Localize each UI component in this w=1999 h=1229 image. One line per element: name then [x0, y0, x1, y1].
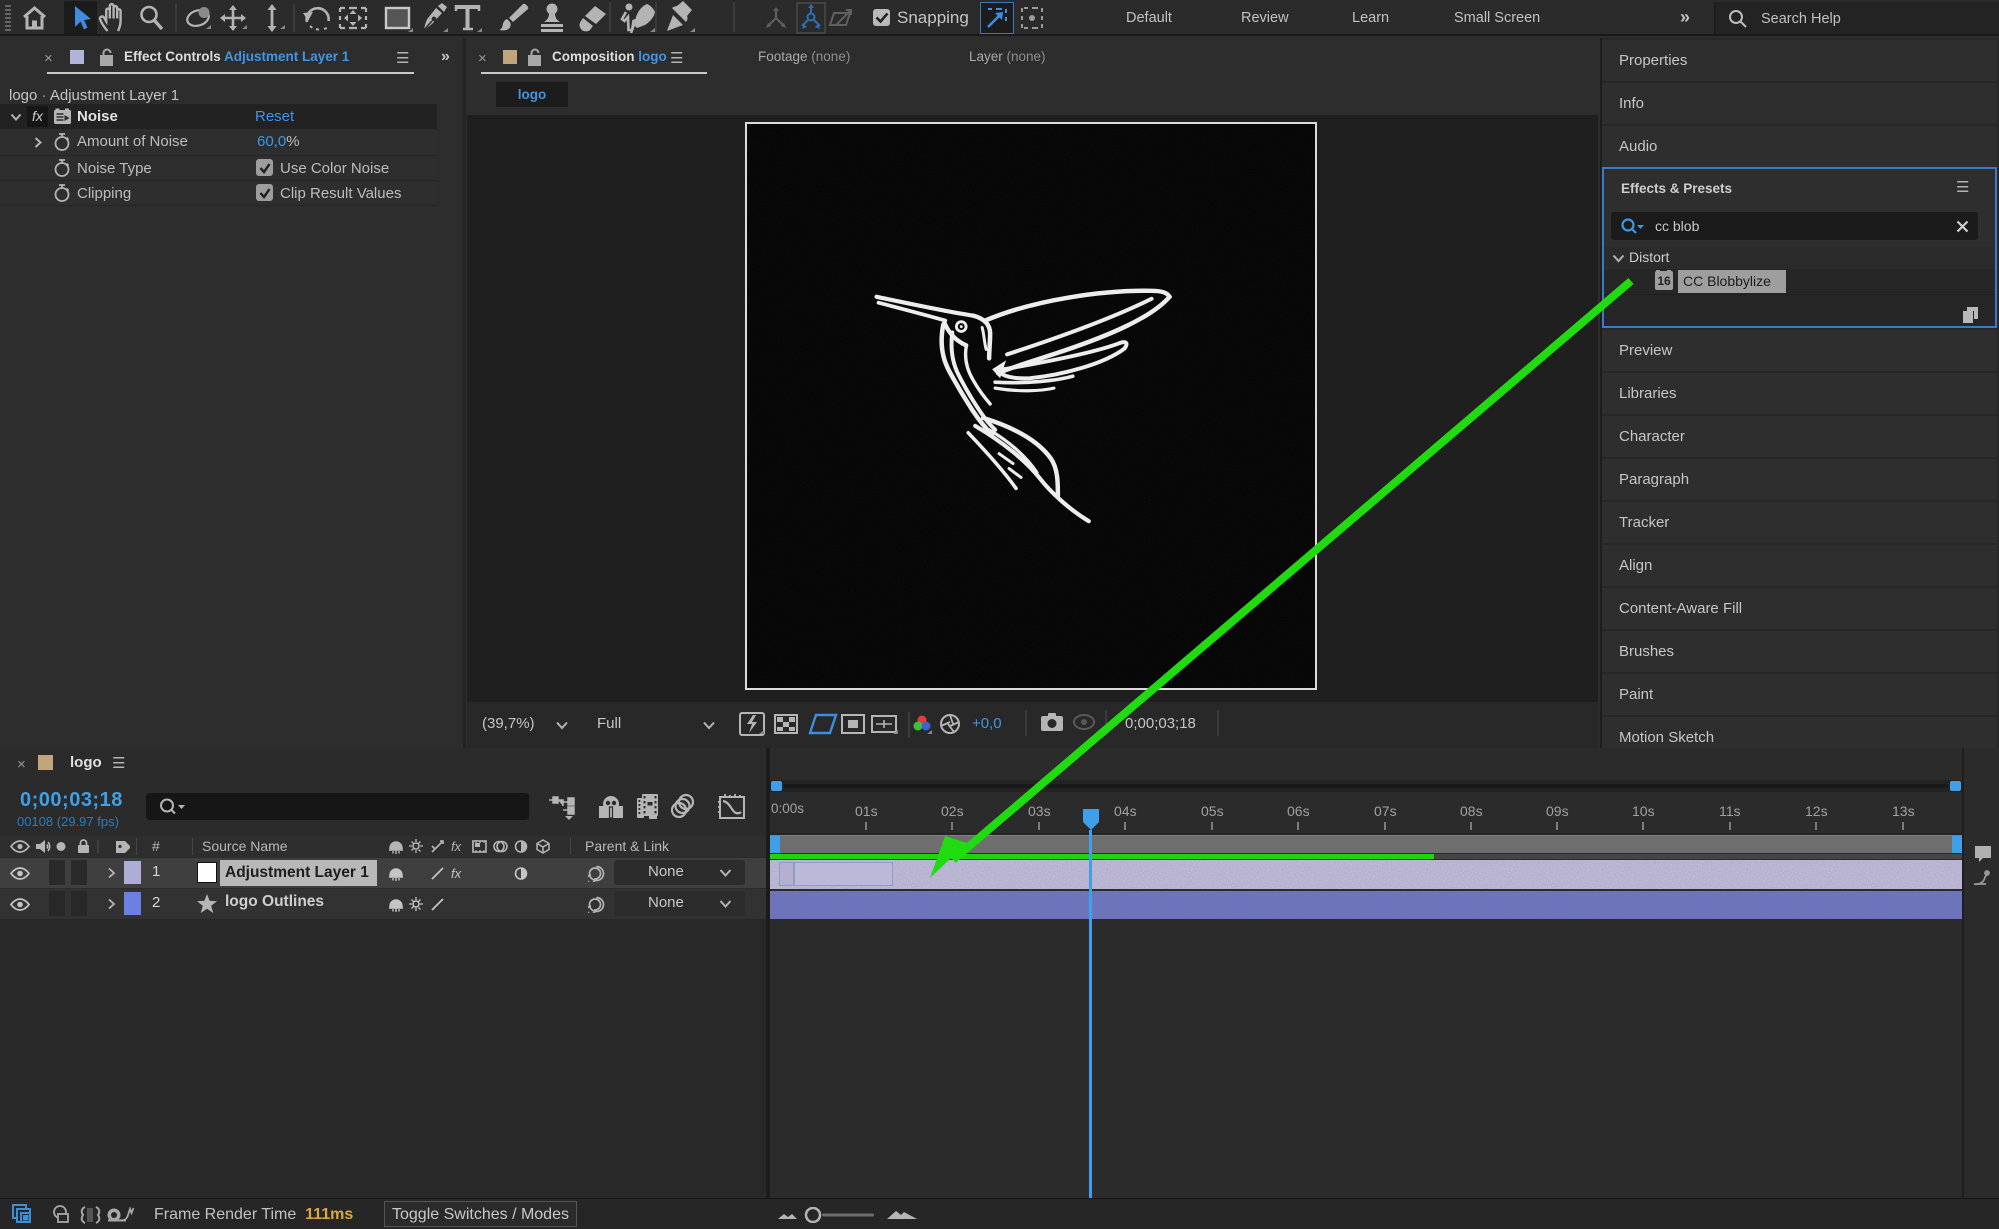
svg-text:fx: fx	[451, 839, 462, 854]
svg-text:Snapping: Snapping	[897, 8, 969, 27]
svg-text:fx: fx	[451, 866, 462, 881]
